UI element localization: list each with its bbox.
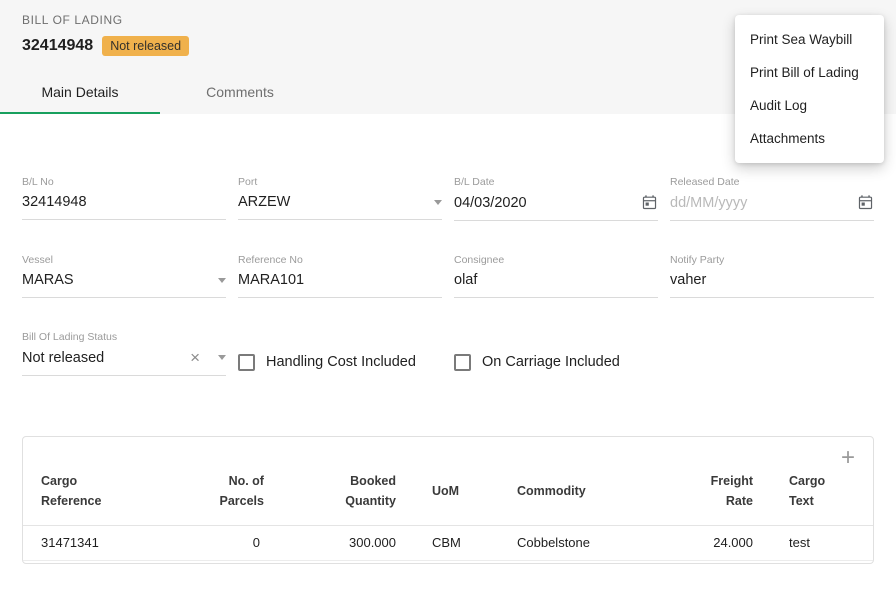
port-label: Port [238,176,442,188]
table-row[interactable]: 31471341 0 300.000 CBM Cobbelstone 24.00… [23,526,873,561]
menu-item-audit-log[interactable]: Audit Log [735,89,884,122]
checkbox-box [454,354,471,371]
tab-main-details[interactable]: Main Details [0,72,160,114]
notify-party-label: Notify Party [670,254,874,266]
reference-no-input[interactable]: MARA101 [238,272,442,298]
notify-party-input[interactable]: vaher [670,272,874,298]
cargo-table: Cargo Reference No. of Parcels Booked Qu… [23,469,873,561]
column-label: Commodity [517,481,579,501]
cell-commodity: Cobbelstone [499,526,669,561]
column-label: Freight Rate [691,471,753,511]
context-menu: Print Sea Waybill Print Bill of Lading A… [735,15,884,163]
on-carriage-checkbox[interactable]: On Carriage Included [454,348,658,376]
clear-icon[interactable]: × [190,349,200,366]
field-notify-party: Notify Party vaher [670,254,874,298]
status-badge: Not released [102,36,189,56]
reference-no-value: MARA101 [238,272,442,288]
column-label: Cargo Text [789,471,851,511]
grid-spacer [670,331,874,376]
released-date-placeholder: dd/MM/yyyy [670,195,851,211]
field-bl-status: Bill Of Lading Status Not released × [22,331,226,376]
menu-item-print-sea-waybill[interactable]: Print Sea Waybill [735,23,884,56]
form-grid: B/L No 32414948 Port ARZEW B/L Date 04/0… [22,176,874,376]
port-select[interactable]: ARZEW [238,194,442,220]
field-bl-no: B/L No 32414948 [22,176,226,221]
consignee-value: olaf [454,272,658,288]
cell-freight-rate: 24.000 [669,526,771,561]
main-content: B/L No 32414948 Port ARZEW B/L Date 04/0… [0,114,896,564]
port-value: ARZEW [238,194,428,210]
field-reference-no: Reference No MARA101 [238,254,442,298]
consignee-label: Consignee [454,254,658,266]
column-label: Booked Quantity [334,471,396,511]
table-header-row: Cargo Reference No. of Parcels Booked Qu… [23,469,873,526]
cell-cargo-reference: 31471341 [23,526,202,561]
field-released-date: Released Date dd/MM/yyyy [670,176,874,221]
bill-of-lading-page: BILL OF LADING 32414948 Not released Mai… [0,0,896,564]
bl-status-value: Not released [22,350,190,366]
vessel-value: MARAS [22,272,212,288]
column-cargo-reference: Cargo Reference [23,469,202,526]
bl-no-value: 32414948 [22,194,226,210]
menu-item-print-bill-of-lading[interactable]: Print Bill of Lading [735,56,884,89]
vessel-label: Vessel [22,254,226,266]
column-freight-rate: Freight Rate [669,469,771,526]
chevron-down-icon [218,278,226,283]
field-bl-date: B/L Date 04/03/2020 [454,176,658,221]
column-no-of-parcels: No. of Parcels [202,469,279,526]
bl-date-input[interactable]: 04/03/2020 [454,194,658,221]
bl-no-label: B/L No [22,176,226,188]
handling-cost-label: Handling Cost Included [266,354,416,370]
document-number: 32414948 [22,37,93,55]
reference-no-label: Reference No [238,254,442,266]
on-carriage-label: On Carriage Included [482,354,620,370]
field-consignee: Consignee olaf [454,254,658,298]
cell-booked-quantity: 300.000 [278,526,414,561]
bl-date-label: B/L Date [454,176,658,188]
bl-status-select[interactable]: Not released × [22,349,226,376]
cell-no-of-parcels: 0 [202,526,279,561]
tab-comments[interactable]: Comments [160,72,320,114]
add-cargo-button[interactable]: + [841,447,855,469]
column-label: Cargo Reference [41,471,103,511]
cargo-card: + Cargo Reference No. of Parcels Booked … [22,436,874,564]
column-booked-quantity: Booked Quantity [278,469,414,526]
consignee-input[interactable]: olaf [454,272,658,298]
calendar-icon[interactable] [857,194,874,211]
menu-item-attachments[interactable]: Attachments [735,122,884,155]
cell-cargo-text: test [771,526,873,561]
released-date-label: Released Date [670,176,874,188]
column-cargo-text: Cargo Text [771,469,873,526]
notify-party-value: vaher [670,272,874,288]
chevron-down-icon [218,355,226,360]
bl-date-value: 04/03/2020 [454,195,635,211]
checkbox-box [238,354,255,371]
bl-no-input[interactable]: 32414948 [22,194,226,220]
column-commodity: Commodity [499,469,669,526]
released-date-input[interactable]: dd/MM/yyyy [670,194,874,221]
column-label: UoM [432,481,459,501]
field-vessel: Vessel MARAS [22,254,226,298]
cargo-card-toolbar: + [23,437,873,469]
column-uom: UoM [414,469,499,526]
field-port: Port ARZEW [238,176,442,221]
vessel-select[interactable]: MARAS [22,272,226,298]
cell-uom: CBM [414,526,499,561]
calendar-icon[interactable] [641,194,658,211]
chevron-down-icon [434,200,442,205]
column-label: No. of Parcels [220,471,264,511]
bl-status-label: Bill Of Lading Status [22,331,226,343]
handling-cost-checkbox[interactable]: Handling Cost Included [238,348,442,376]
